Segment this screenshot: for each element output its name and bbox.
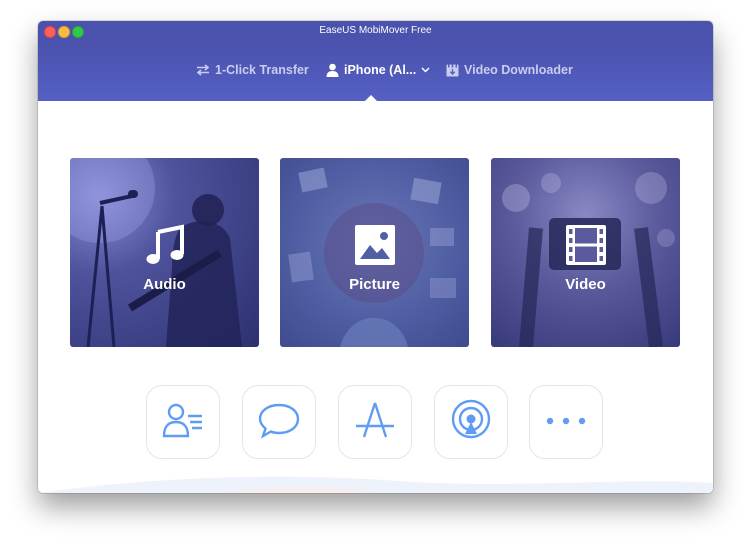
tab-1-click-transfer-label: 1-Click Transfer bbox=[215, 63, 309, 77]
category-tile-picture[interactable]: Picture bbox=[280, 158, 469, 347]
contacts-icon bbox=[161, 400, 205, 445]
film-icon bbox=[565, 224, 607, 271]
transfer-arrows-icon bbox=[196, 64, 210, 76]
contacts-button[interactable] bbox=[146, 385, 220, 459]
video-download-icon bbox=[446, 64, 459, 77]
tab-1-click-transfer[interactable]: 1-Click Transfer bbox=[196, 59, 309, 81]
category-tile-audio[interactable]: Audio bbox=[70, 158, 259, 347]
podcast-icon bbox=[449, 398, 493, 447]
tab-device-label: iPhone (Al... bbox=[344, 63, 417, 77]
main-content: Audio Picture Video bbox=[38, 101, 713, 493]
message-bubble-icon bbox=[257, 400, 301, 445]
music-note-icon bbox=[144, 224, 186, 271]
title-bar: EaseUS MobiMover Free bbox=[38, 21, 713, 43]
user-icon bbox=[326, 63, 339, 77]
category-tile-video[interactable]: Video bbox=[491, 158, 680, 347]
app-window: EaseUS MobiMover Free 1-Click Transfer i… bbox=[38, 21, 713, 493]
more-dots-icon bbox=[544, 413, 588, 431]
apps-button[interactable] bbox=[338, 385, 412, 459]
podcasts-button[interactable] bbox=[434, 385, 508, 459]
chevron-down-icon[interactable] bbox=[421, 67, 430, 73]
more-button[interactable] bbox=[529, 385, 603, 459]
decorative-wave bbox=[38, 476, 713, 493]
top-nav: 1-Click Transfer iPhone (Al... Video Dow… bbox=[38, 43, 713, 102]
category-label-picture: Picture bbox=[349, 276, 400, 293]
category-label-video: Video bbox=[565, 276, 606, 293]
category-label-audio: Audio bbox=[143, 276, 186, 293]
messages-button[interactable] bbox=[242, 385, 316, 459]
tab-device-iphone[interactable]: iPhone (Al... bbox=[326, 59, 430, 81]
tab-video-downloader-label: Video Downloader bbox=[464, 63, 573, 77]
window-title: EaseUS MobiMover Free bbox=[319, 25, 432, 36]
app-store-icon bbox=[353, 400, 397, 445]
image-icon bbox=[354, 224, 396, 271]
tab-video-downloader[interactable]: Video Downloader bbox=[446, 59, 573, 81]
